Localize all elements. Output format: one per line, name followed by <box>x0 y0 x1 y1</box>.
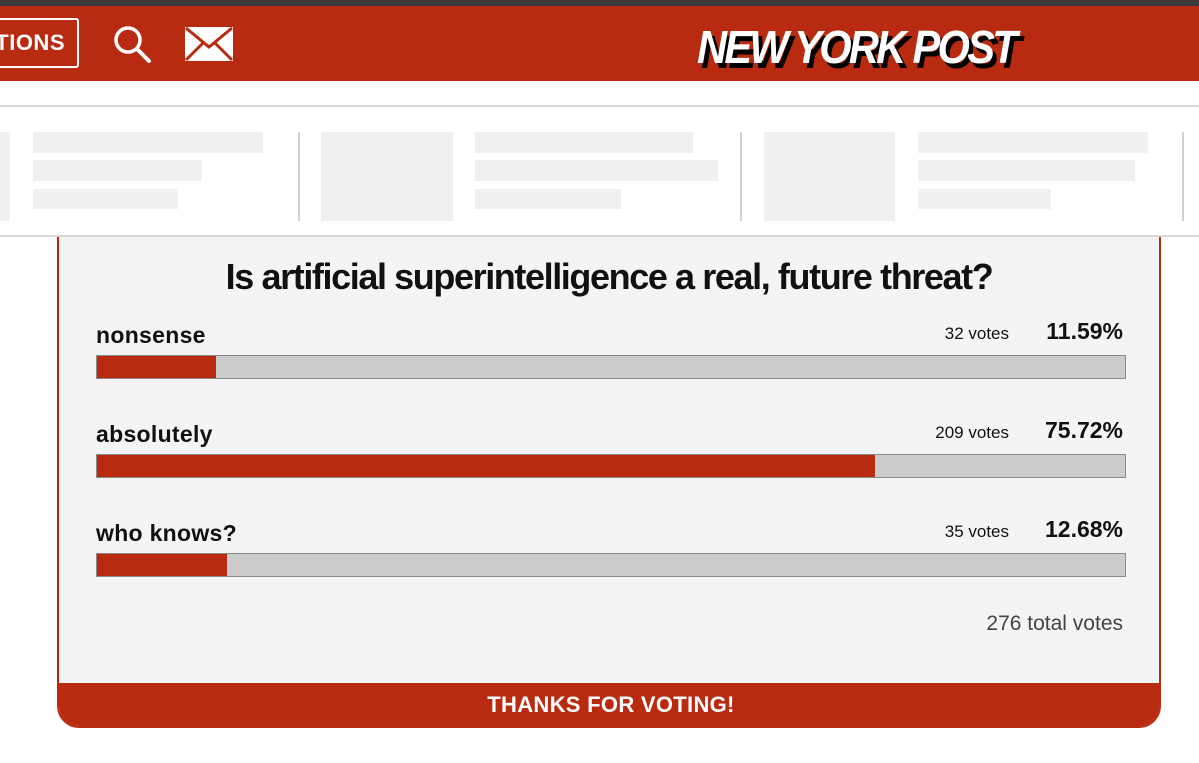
poll-option-bar-fill <box>97 554 228 576</box>
sections-button[interactable]: TIONS <box>0 18 79 68</box>
new-york-post-logo[interactable]: NEW YORK POST NEW YORK POST <box>695 16 1025 76</box>
poll-option-votes: 32 votes <box>944 324 1009 343</box>
story-thumbnail-placeholder <box>0 132 10 221</box>
story-headline-placeholder <box>33 160 202 181</box>
poll-option-percent: 11.59% <box>1046 318 1123 344</box>
story-divider <box>298 132 300 221</box>
poll-option-bar-fill <box>97 455 876 477</box>
story-divider <box>740 132 742 221</box>
story-headline-placeholder <box>475 160 718 181</box>
poll-option: absolutely 209 votes 75.72% <box>59 417 1159 501</box>
poll-option: who knows? 35 votes 12.68% <box>59 516 1159 600</box>
story-thumbnail-placeholder <box>321 132 453 221</box>
story-thumbnail-placeholder <box>764 132 895 221</box>
poll-question: Is artificial superintelligence a real, … <box>225 256 994 297</box>
recent-stories-strip <box>0 107 1199 235</box>
story-divider <box>1182 132 1184 221</box>
story-headline-placeholder <box>918 189 1051 209</box>
poll-option-label: absolutely <box>96 421 213 447</box>
divider-line <box>0 105 1199 107</box>
poll-option-bar <box>96 355 1126 379</box>
logo-text: NEW YORK POST <box>697 21 1021 73</box>
poll-option-bar <box>96 454 1126 478</box>
poll-option-bar <box>96 553 1126 577</box>
poll-option-percent: 75.72% <box>1044 417 1123 443</box>
divider-line <box>0 235 1199 237</box>
story-headline-placeholder <box>33 189 178 209</box>
story-headline-placeholder <box>475 189 621 209</box>
story-headline-placeholder <box>475 132 693 153</box>
story-headline-placeholder <box>33 132 263 153</box>
story-headline-placeholder <box>918 132 1148 153</box>
poll-total-votes: 276 total votes <box>986 612 1123 635</box>
poll-option-bar-fill <box>97 356 217 378</box>
poll-option-label: nonsense <box>96 322 206 348</box>
poll-option-percent: 12.68% <box>1044 516 1123 542</box>
story-headline-placeholder <box>918 160 1135 181</box>
poll-thanks-banner: THANKS FOR VOTING! <box>59 683 1159 726</box>
poll-option-votes: 209 votes <box>935 423 1009 442</box>
site-header: TIONS NEW YORK POST NEW YORK POST <box>0 6 1199 81</box>
mail-icon[interactable] <box>184 26 234 62</box>
poll-widget: Is artificial superintelligence a real, … <box>57 230 1161 728</box>
poll-option-votes: 35 votes <box>944 522 1009 541</box>
search-icon[interactable] <box>112 24 152 64</box>
poll-option: nonsense 32 votes 11.59% <box>59 318 1159 402</box>
poll-option-label: who knows? <box>96 520 237 546</box>
